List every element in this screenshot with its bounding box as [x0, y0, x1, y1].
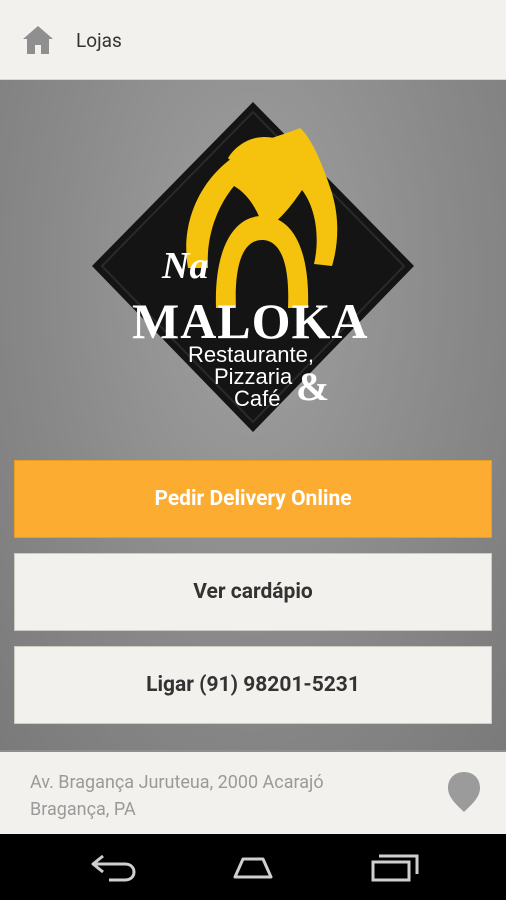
order-delivery-button[interactable]: Pedir Delivery Online [14, 460, 492, 538]
map-pin-icon [448, 772, 480, 812]
back-icon [91, 854, 136, 882]
address-line-1: Av. Bragança Juruteua, 2000 Acarajó [30, 772, 324, 793]
home-button[interactable] [20, 22, 56, 58]
map-pin-button[interactable] [446, 770, 482, 814]
nav-back-button[interactable] [68, 834, 158, 900]
app-bar-title: Lojas [76, 29, 122, 52]
call-button[interactable]: Ligar (91) 98201-5231 [14, 646, 492, 724]
logo-ampersand-text: & [296, 364, 329, 409]
restaurant-logo: Na MALOKA Restaurante, Pizzaria Café & [92, 102, 414, 432]
recents-icon [371, 854, 419, 882]
nav-recents-button[interactable] [350, 834, 440, 900]
address-bar: Av. Bragança Juruteua, 2000 Acarajó Brag… [0, 752, 506, 834]
app-bar: Lojas [0, 0, 506, 80]
logo-na-text: Na [161, 245, 208, 287]
address-line-2: Bragança, PA [30, 799, 136, 820]
nav-home-button[interactable] [208, 834, 298, 900]
address-text: Av. Bragança Juruteua, 2000 Acarajó Brag… [30, 769, 390, 823]
view-menu-button[interactable]: Ver cardápio [14, 553, 492, 631]
system-nav-bar [0, 834, 506, 900]
logo-line5-text: Café [234, 386, 280, 411]
home-icon [23, 26, 53, 54]
nav-home-icon [233, 857, 273, 879]
logo-maloka-text: MALOKA [132, 293, 369, 349]
